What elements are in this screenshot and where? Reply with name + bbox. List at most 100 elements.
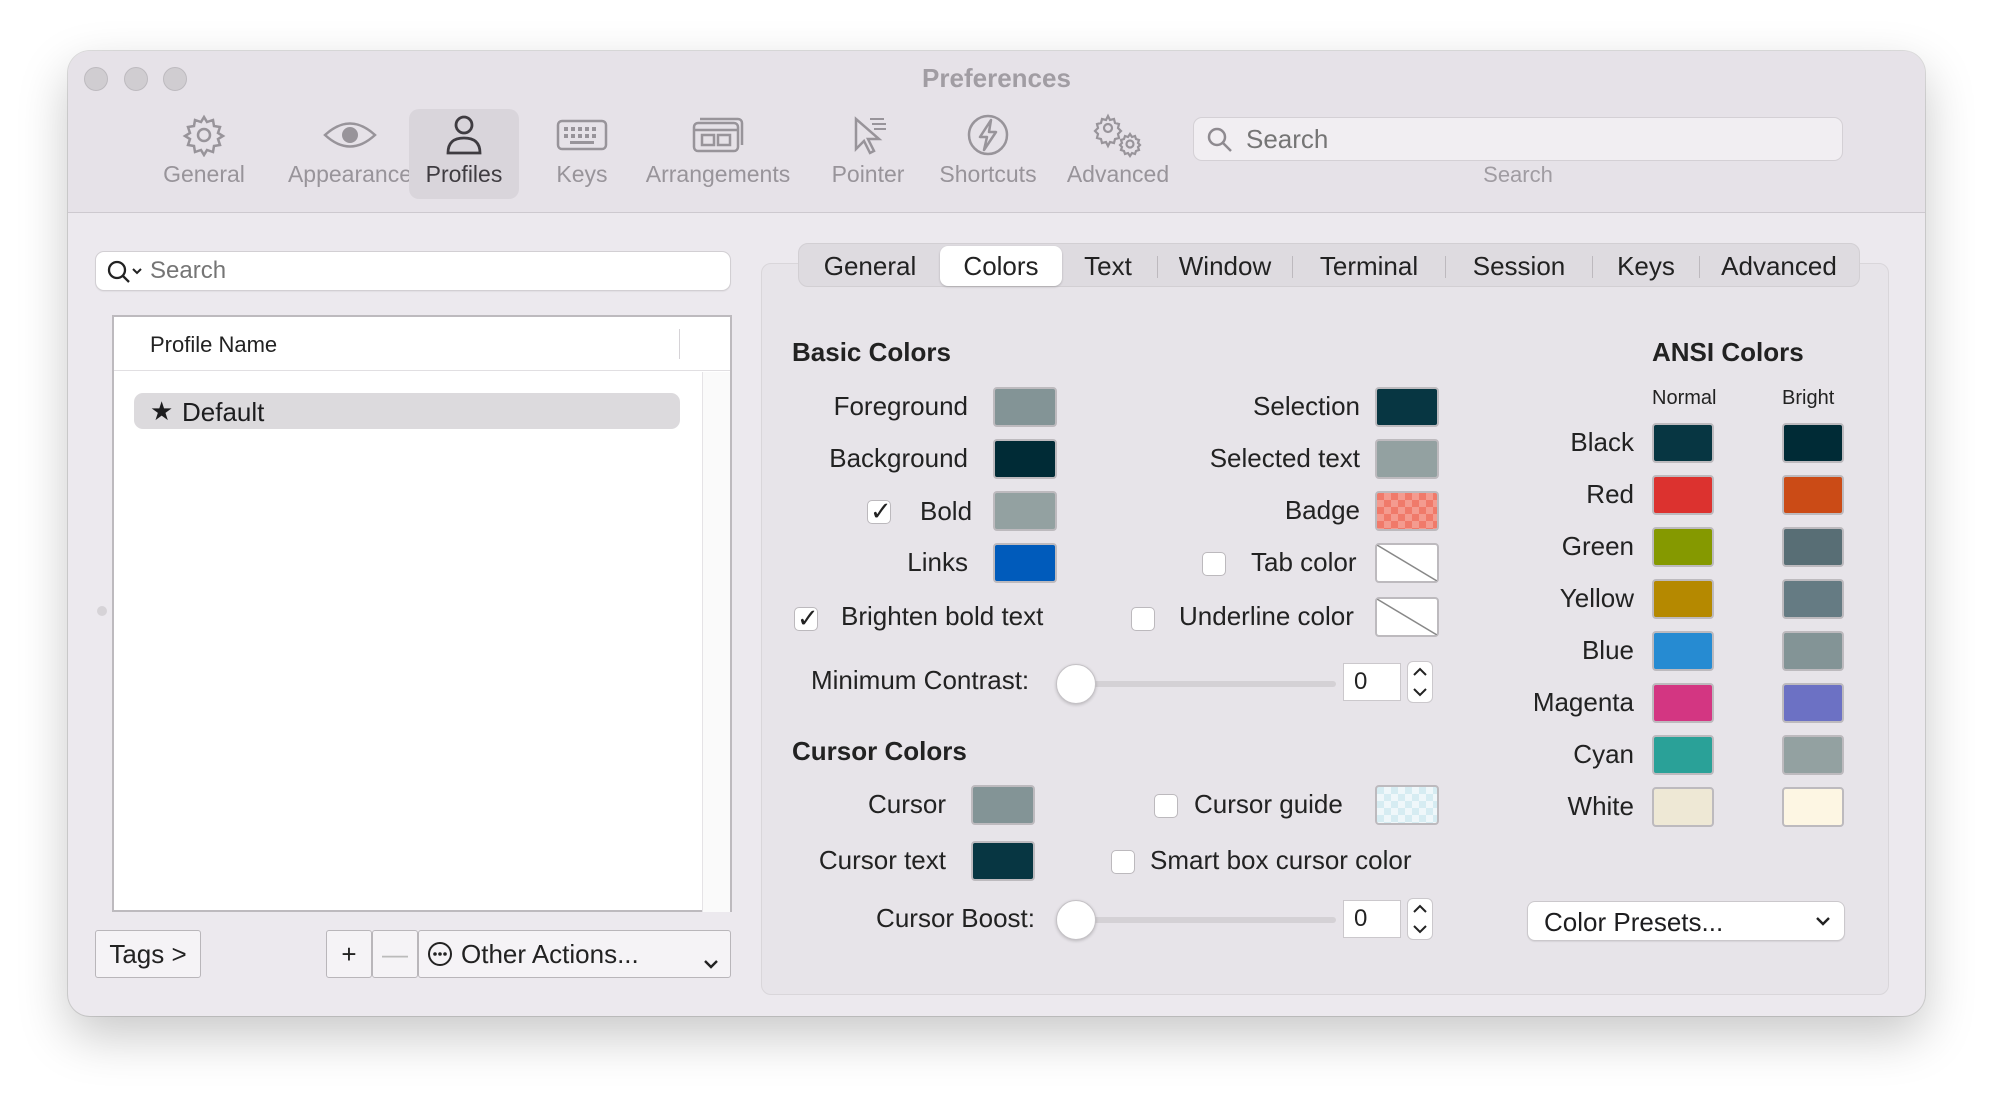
- ansi-cyan-bright-well[interactable]: [1782, 735, 1844, 775]
- toolbar-keys[interactable]: Keys: [542, 109, 622, 199]
- ansi-blue-bright-well[interactable]: [1782, 631, 1844, 671]
- cursor-boost-stepper[interactable]: [1407, 898, 1433, 940]
- window-title: Preferences: [922, 63, 1071, 93]
- cursor-guide-color-well[interactable]: [1375, 785, 1439, 825]
- cursor-boost-slider[interactable]: [1056, 900, 1096, 940]
- preferences-search-label: Search: [1483, 162, 1553, 187]
- selected-text-label: Selected text: [1209, 443, 1360, 473]
- links-label: Links: [907, 547, 968, 577]
- background-color-well[interactable]: [993, 439, 1057, 479]
- tab-text[interactable]: Text: [1065, 244, 1151, 288]
- cursor-boost-field[interactable]: [1343, 900, 1401, 938]
- cursor-color-well[interactable]: [971, 785, 1035, 825]
- ansi-red-normal-well[interactable]: [1652, 475, 1714, 515]
- toolbar-profiles-label: Profiles: [425, 161, 503, 187]
- toolbar-profiles[interactable]: Profiles: [409, 109, 519, 199]
- ansi-cyan-label: Cyan: [1573, 739, 1634, 769]
- profiles-scrollbar[interactable]: [702, 372, 730, 912]
- split-view-handle[interactable]: [97, 606, 107, 616]
- tab-color-well[interactable]: [1375, 543, 1439, 583]
- smart-box-cursor-label: Smart box cursor color: [1150, 845, 1412, 875]
- pointer-icon: [818, 109, 918, 161]
- other-actions-menu[interactable]: Other Actions...: [418, 930, 731, 978]
- toolbar-advanced-label: Advanced: [1066, 161, 1170, 187]
- badge-color-well[interactable]: [1375, 491, 1439, 531]
- tab-separator: [1445, 256, 1446, 278]
- tab-color-checkbox[interactable]: [1202, 552, 1226, 576]
- color-presets-menu[interactable]: Color Presets...: [1527, 901, 1845, 941]
- smart-box-cursor-checkbox[interactable]: [1111, 850, 1135, 874]
- chevron-down-icon: [702, 947, 720, 978]
- selected-text-color-well[interactable]: [1375, 439, 1439, 479]
- ansi-blue-normal-well[interactable]: [1652, 631, 1714, 671]
- tab-keys[interactable]: Keys: [1599, 244, 1693, 288]
- selection-color-well[interactable]: [1375, 387, 1439, 427]
- person-icon: [409, 109, 519, 161]
- ansi-white-bright-well[interactable]: [1782, 787, 1844, 827]
- toolbar-pointer[interactable]: Pointer: [818, 109, 918, 199]
- ansi-bright-header: Bright: [1782, 387, 1835, 409]
- ansi-black-normal-well[interactable]: [1652, 423, 1714, 463]
- cursor-text-color-well[interactable]: [971, 841, 1035, 881]
- cursor-guide-label: Cursor guide: [1194, 789, 1343, 819]
- ansi-white-normal-well[interactable]: [1652, 787, 1714, 827]
- profile-name-column-header[interactable]: Profile Name: [150, 332, 277, 358]
- links-color-well[interactable]: [993, 543, 1057, 583]
- ansi-red-bright-well[interactable]: [1782, 475, 1844, 515]
- search-icon: [1206, 126, 1234, 159]
- column-divider: [679, 329, 680, 359]
- ansi-black-label: Black: [1570, 427, 1634, 457]
- toolbar-arrangements-label: Arrangements: [645, 161, 791, 187]
- tab-terminal[interactable]: Terminal: [1299, 244, 1439, 288]
- brighten-bold-label: Brighten bold text: [841, 601, 1044, 631]
- underline-color-checkbox[interactable]: [1131, 607, 1155, 631]
- preferences-search-field[interactable]: [1193, 117, 1843, 161]
- bold-checkbox[interactable]: [867, 496, 892, 527]
- ansi-cyan-normal-well[interactable]: [1652, 735, 1714, 775]
- toolbar-arrangements[interactable]: Arrangements: [638, 109, 798, 199]
- cursor-colors-heading: Cursor Colors: [792, 736, 967, 766]
- tags-button[interactable]: Tags >: [95, 930, 201, 978]
- minimum-contrast-track: [1068, 681, 1336, 687]
- tab-colors[interactable]: Colors: [940, 246, 1062, 286]
- chevron-down-icon: [1816, 917, 1830, 926]
- ansi-yellow-label: Yellow: [1559, 583, 1634, 613]
- toolbar-shortcuts[interactable]: Shortcuts: [928, 109, 1048, 199]
- ansi-yellow-normal-well[interactable]: [1652, 579, 1714, 619]
- ansi-black-bright-well[interactable]: [1782, 423, 1844, 463]
- minimum-contrast-slider[interactable]: [1056, 664, 1096, 704]
- preferences-search-input[interactable]: [1246, 122, 1826, 156]
- toolbar-advanced[interactable]: Advanced: [1058, 109, 1178, 199]
- toolbar-general[interactable]: General: [154, 109, 254, 199]
- remove-profile-button[interactable]: —: [372, 930, 418, 978]
- foreground-color-well[interactable]: [993, 387, 1057, 427]
- profile-row-default[interactable]: ★ Default: [134, 393, 680, 429]
- titlebar: Preferences General Appearance Profiles …: [68, 51, 1925, 213]
- profile-name: Default: [182, 397, 265, 427]
- minimum-contrast-stepper[interactable]: [1407, 661, 1433, 703]
- underline-color-well[interactable]: [1375, 597, 1439, 637]
- tab-separator: [1699, 256, 1700, 278]
- profile-search-field[interactable]: [95, 251, 731, 291]
- minimum-contrast-field[interactable]: [1343, 663, 1401, 701]
- tab-separator: [1292, 256, 1293, 278]
- ansi-magenta-normal-well[interactable]: [1652, 683, 1714, 723]
- brighten-bold-checkbox[interactable]: [794, 603, 819, 634]
- tab-general[interactable]: General: [805, 244, 935, 288]
- tab-advanced[interactable]: Advanced: [1706, 244, 1852, 288]
- ansi-green-bright-well[interactable]: [1782, 527, 1844, 567]
- tab-color-label: Tab color: [1251, 547, 1357, 577]
- windows-icon: [638, 109, 798, 161]
- tab-session[interactable]: Session: [1452, 244, 1586, 288]
- cursor-guide-checkbox[interactable]: [1154, 794, 1178, 818]
- ansi-green-normal-well[interactable]: [1652, 527, 1714, 567]
- add-profile-button[interactable]: +: [326, 930, 372, 978]
- ansi-magenta-bright-well[interactable]: [1782, 683, 1844, 723]
- bold-color-well[interactable]: [993, 491, 1057, 531]
- tab-window[interactable]: Window: [1164, 244, 1286, 288]
- ansi-green-label: Green: [1561, 531, 1634, 561]
- profile-search-input[interactable]: [150, 256, 710, 286]
- cursor-boost-label: Cursor Boost:: [876, 903, 1035, 933]
- toolbar-keys-label: Keys: [556, 161, 608, 187]
- ansi-yellow-bright-well[interactable]: [1782, 579, 1844, 619]
